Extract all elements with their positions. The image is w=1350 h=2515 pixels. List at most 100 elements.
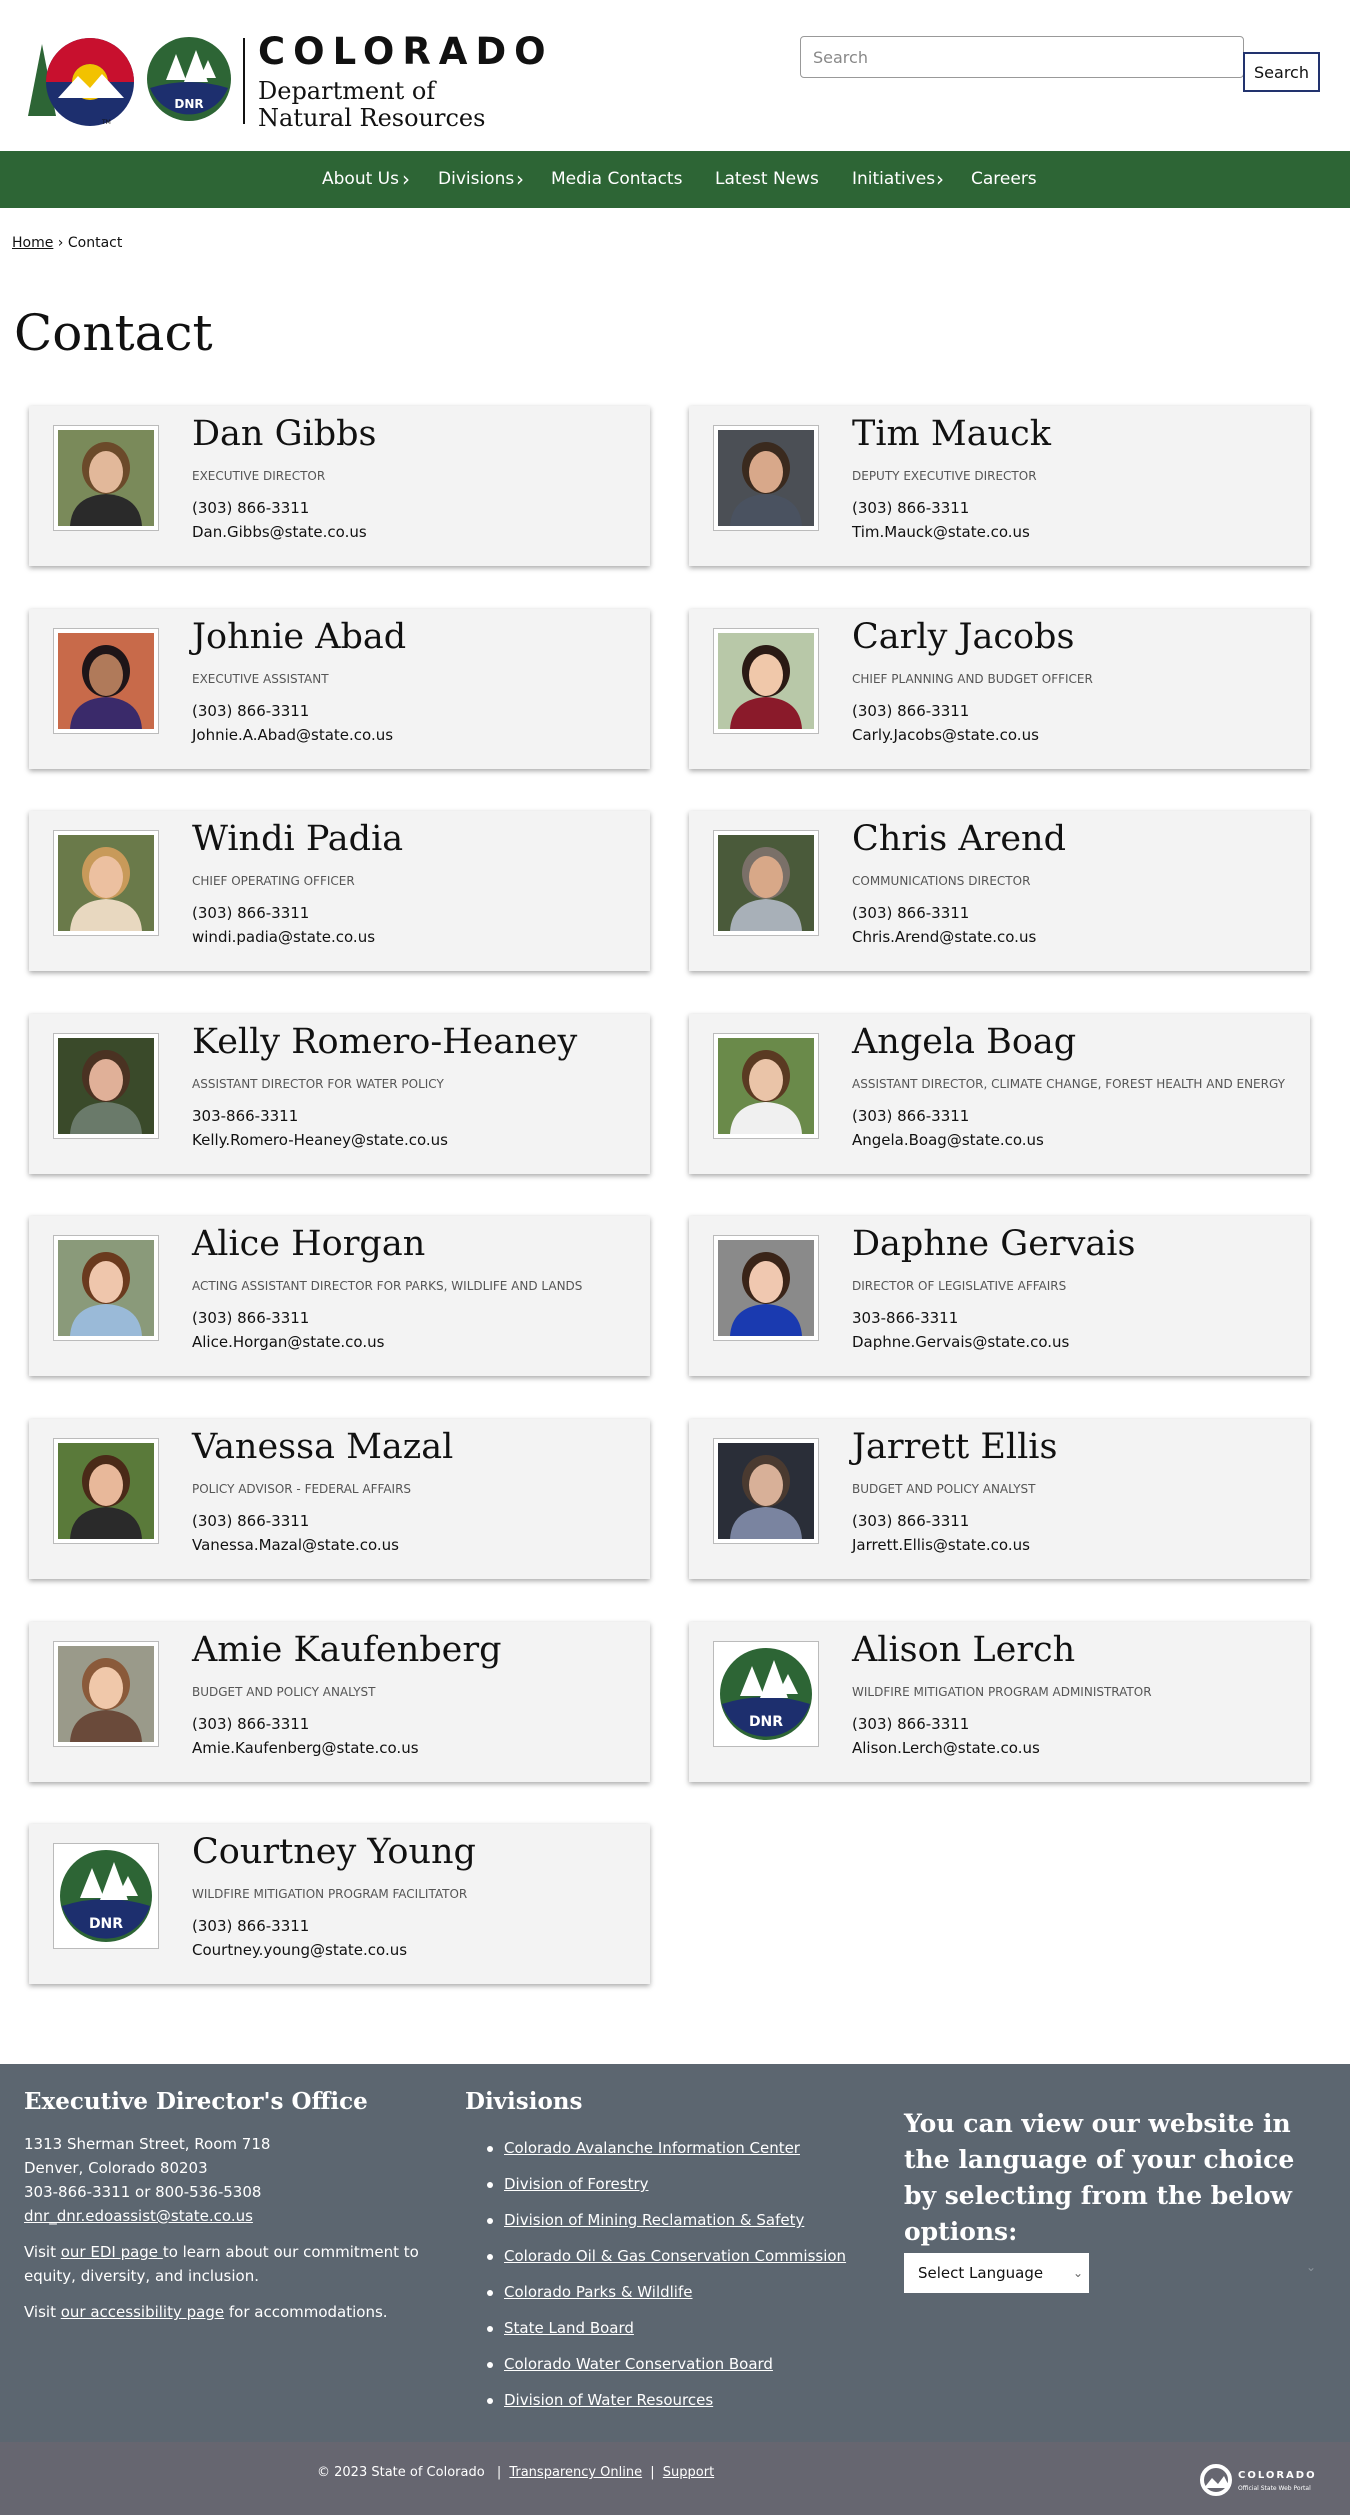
contact-email[interactable]: Dan.Gibbs@state.co.us — [192, 523, 367, 541]
contact-card: Windi Padia Chief Operating Officer (303) … — [29, 811, 650, 972]
transparency-link[interactable]: Transparency Online — [509, 2465, 642, 2480]
logo-dept-line1: Department of — [258, 77, 436, 105]
contact-role: Executive Assistant — [192, 671, 329, 686]
contact-name: Kelly Romero-Heaney — [192, 1021, 578, 1062]
nav-initiatives[interactable]: Initiatives — [852, 151, 935, 208]
contact-phone: (303) 866-3311 — [852, 1714, 970, 1733]
footer-bottom-bar: © 2023 State of Colorado | Transparency … — [0, 2442, 1350, 2515]
contact-role: Chief Operating Officer — [192, 874, 355, 889]
contact-name: Angela Boag — [852, 1021, 1077, 1062]
separator: | — [650, 2465, 655, 2480]
logo-divider — [243, 38, 245, 124]
contact-card: Vanessa Mazal Policy Advisor - Federal Af… — [29, 1419, 650, 1579]
office-address-line1: 1313 Sherman Street, Room 718 — [24, 2135, 271, 2153]
contact-phone: (303) 866-3311 — [852, 701, 970, 720]
contact-email[interactable]: Alison.Lerch@state.co.us — [852, 1739, 1040, 1757]
chevron-down-icon: ⌄ — [1306, 2260, 1317, 2274]
division-item: State Land Board — [465, 2310, 846, 2346]
contact-card: Angela Boag Assistant Director, Climate C… — [689, 1013, 1310, 1174]
contact-photo — [713, 1438, 819, 1544]
logo-dept-line2: Natural Resources — [258, 104, 486, 132]
contact-role: Wildfire Mitigation Program Facilitator — [192, 1887, 468, 1902]
nav-careers[interactable]: Careers — [971, 151, 1037, 208]
contact-name: Tim Mauck — [852, 414, 1051, 454]
contact-card: DNR Alison Lerch Wildfire Mitigation Progr… — [689, 1621, 1310, 1782]
contact-phone: (303) 866-3311 — [192, 904, 310, 923]
division-link[interactable]: Colorado Water Conservation Board — [504, 2355, 773, 2373]
contact-card: Jarrett Ellis Budget and Policy Analyst (3… — [689, 1419, 1310, 1579]
division-item: Colorado Water Conservation Board — [465, 2346, 846, 2382]
contact-name: Jarrett Ellis — [852, 1427, 1058, 1467]
accessibility-page-link[interactable]: our accessibility page — [61, 2303, 224, 2321]
contact-phone: (303) 866-3311 — [192, 701, 310, 720]
contact-email[interactable]: Johnie.A.Abad@state.co.us — [192, 726, 393, 744]
contact-card: Chris Arend Communications Director (303) … — [689, 811, 1310, 972]
chevron-right-icon[interactable]: › — [516, 151, 524, 208]
contact-role: Communications Director — [852, 874, 1031, 889]
contact-email[interactable]: Courtney.young@state.co.us — [192, 1941, 407, 1959]
chevron-down-icon: ⌄ — [1072, 2266, 1083, 2280]
contact-email[interactable]: Angela.Boag@state.co.us — [852, 1131, 1044, 1149]
footer-office-heading: Executive Director's Office — [24, 2088, 368, 2115]
chevron-right-icon[interactable]: › — [936, 151, 944, 208]
site-logo[interactable]: TM DNR COLORADO Department of Natural Re… — [28, 30, 546, 132]
search-input[interactable] — [800, 36, 1244, 78]
nav-latest-news[interactable]: Latest News — [715, 151, 819, 208]
site-footer: Executive Director's Office 1313 Sherman… — [0, 2064, 1350, 2442]
contact-name: Dan Gibbs — [192, 414, 377, 454]
contact-photo — [53, 1640, 159, 1747]
contact-phone: 303-866-3311 — [852, 1309, 959, 1328]
colorado-portal-logo-icon[interactable]: COLORADO Official State Web Portal — [1198, 2462, 1338, 2498]
contact-card: Alice Horgan Acting Assistant Director fo… — [29, 1216, 650, 1377]
division-link[interactable]: Division of Forestry — [504, 2175, 649, 2193]
divisions-list: Colorado Avalanche Information Center Di… — [465, 2130, 846, 2418]
contact-name: Chris Arend — [852, 819, 1066, 860]
contact-photo — [713, 1032, 819, 1139]
language-select[interactable]: Select Language ⌄ — [904, 2253, 1089, 2293]
division-link[interactable]: State Land Board — [504, 2319, 634, 2337]
logo-department-name: Department of Natural Resources — [258, 78, 485, 132]
contact-photo — [713, 830, 819, 937]
edi-prefix: Visit — [24, 2243, 61, 2261]
edi-text: Visit our EDI page to learn about our co… — [24, 2240, 434, 2288]
contact-email[interactable]: Carly.Jacobs@state.co.us — [852, 726, 1039, 744]
contact-role: Policy Advisor - Federal Affairs — [192, 1482, 412, 1496]
search-button[interactable]: Search — [1243, 52, 1320, 92]
nav-about-us[interactable]: About Us — [322, 151, 399, 208]
contact-email[interactable]: Alice.Horgan@state.co.us — [192, 1333, 384, 1351]
nav-media-contacts[interactable]: Media Contacts — [551, 151, 682, 208]
office-email-link[interactable]: dnr_dnr.edoassist@state.co.us — [24, 2207, 253, 2225]
contact-card: Amie Kaufenberg Budget and Policy Analyst… — [29, 1621, 650, 1782]
contact-email[interactable]: Amie.Kaufenberg@state.co.us — [192, 1739, 419, 1757]
contact-email[interactable]: Kelly.Romero-Heaney@state.co.us — [192, 1131, 448, 1149]
svg-text:DNR: DNR — [89, 1916, 123, 1932]
breadcrumb-separator: › — [57, 235, 64, 251]
contact-photo — [53, 425, 159, 531]
contact-email[interactable]: windi.padia@state.co.us — [192, 928, 375, 946]
support-link[interactable]: Support — [663, 2465, 714, 2480]
language-select-label: Select Language — [918, 2264, 1044, 2282]
contact-role: Deputy Executive Director — [852, 469, 1037, 483]
edi-page-link[interactable]: our EDI page — [61, 2243, 163, 2261]
chevron-right-icon[interactable]: › — [402, 151, 410, 208]
division-link[interactable]: Division of Water Resources — [504, 2391, 713, 2409]
division-link[interactable]: Colorado Avalanche Information Center — [504, 2139, 800, 2157]
contact-email[interactable]: Tim.Mauck@state.co.us — [852, 523, 1030, 541]
svg-text:TM: TM — [101, 119, 111, 126]
division-link[interactable]: Division of Mining Reclamation & Safety — [504, 2211, 804, 2229]
breadcrumb: Home › Contact — [12, 235, 122, 251]
contact-role: Executive Director — [192, 469, 326, 483]
contact-email[interactable]: Chris.Arend@state.co.us — [852, 928, 1036, 946]
svg-text:DNR: DNR — [749, 1714, 783, 1730]
contact-email[interactable]: Vanessa.Mazal@state.co.us — [192, 1536, 399, 1554]
breadcrumb-home-link[interactable]: Home — [12, 235, 53, 251]
contact-email[interactable]: Jarrett.Ellis@state.co.us — [852, 1536, 1030, 1554]
nav-divisions[interactable]: Divisions — [438, 151, 514, 208]
contact-card: Johnie Abad Executive Assistant (303) 866-… — [29, 608, 650, 769]
contact-name: Amie Kaufenberg — [192, 1629, 502, 1670]
division-link[interactable]: Colorado Oil & Gas Conservation Commissi… — [504, 2247, 846, 2265]
contact-photo — [53, 1438, 159, 1544]
division-link[interactable]: Colorado Parks & Wildlife — [504, 2283, 693, 2301]
contact-role: Budget and Policy Analyst — [852, 1482, 1036, 1496]
contact-email[interactable]: Daphne.Gervais@state.co.us — [852, 1333, 1069, 1351]
